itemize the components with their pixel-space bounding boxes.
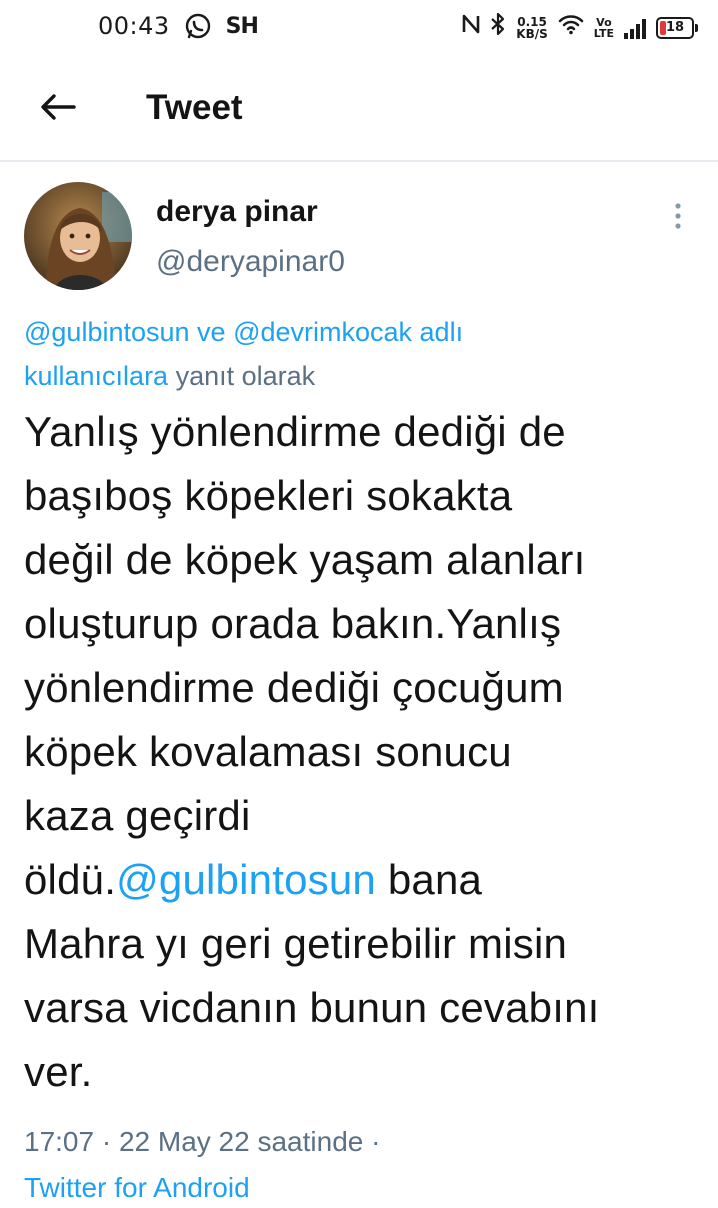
reply-mention-gulbintosun[interactable]: @gulbintosun bbox=[24, 317, 190, 347]
tweet-text: Yanlış yönlendirme dediği de başıboş köp… bbox=[24, 400, 704, 1104]
signal-icon bbox=[624, 17, 646, 39]
tweet-text-line: kaza geçirdi bbox=[24, 792, 251, 839]
tweet-text-line: köpek kovalaması sonucu bbox=[24, 728, 512, 775]
reply-connector: ve bbox=[189, 317, 234, 347]
more-options-button[interactable] bbox=[664, 198, 692, 238]
status-right: 0.15 KB/S Vo LTE 18 bbox=[462, 12, 698, 44]
tweet-text-line: varsa vicdanın bunun cevabını bbox=[24, 984, 600, 1031]
back-button[interactable] bbox=[30, 84, 86, 134]
battery-percentage: 18 bbox=[665, 20, 685, 35]
sh-notification-label: SH bbox=[225, 13, 259, 39]
author-name[interactable]: derya pinar bbox=[156, 194, 318, 230]
reply-mention-suffix[interactable]: adlı bbox=[412, 317, 464, 347]
tweet-text-line: ver. bbox=[24, 1048, 93, 1095]
reply-context: @gulbintosun ve @devrimkocak adlı kullanı… bbox=[24, 310, 684, 398]
battery-icon: 18 bbox=[656, 17, 698, 39]
more-vertical-icon bbox=[674, 202, 682, 235]
tweet-text-line: oluşturup orada bakın.Yanlış bbox=[24, 600, 562, 647]
tweet-timestamp[interactable]: 17:07 · 22 May 22 saatinde · bbox=[24, 1122, 380, 1162]
tweet-text-mention-prefix: öldü. bbox=[24, 856, 117, 903]
whatsapp-icon bbox=[184, 12, 212, 40]
tweet-source-link[interactable]: Twitter for Android bbox=[24, 1168, 250, 1208]
volte-bottom: LTE bbox=[593, 27, 614, 40]
tweet-text-line: Yanlış yönlendirme dediği de bbox=[24, 408, 566, 455]
tweet-text-line: değil de köpek yaşam alanları bbox=[24, 536, 586, 583]
reply-mention-devrimkocak[interactable]: @devrimkocak bbox=[233, 317, 412, 347]
page-title: Tweet bbox=[146, 88, 243, 127]
avatar[interactable] bbox=[24, 182, 132, 290]
network-speed: 0.15 KB/S bbox=[516, 16, 547, 40]
status-left: 00:43 SH bbox=[98, 12, 259, 40]
nfc-icon bbox=[462, 12, 480, 44]
tweet-text-line: Mahra yı geri getirebilir misin bbox=[24, 920, 568, 967]
author-handle[interactable]: @deryapinar0 bbox=[156, 244, 345, 280]
tweet-text-line: başıboş köpekleri sokakta bbox=[24, 472, 513, 519]
network-speed-unit: KB/S bbox=[516, 27, 548, 41]
reply-suffix: yanıt olarak bbox=[168, 361, 316, 391]
tweet-text-line-mention: öldü.@gulbintosun bana bbox=[24, 848, 704, 912]
volte-indicator: Vo LTE bbox=[594, 17, 614, 39]
reply-users-link[interactable]: kullanıcılara bbox=[24, 361, 168, 391]
tweet-mention-gulbintosun[interactable]: @gulbintosun bbox=[116, 856, 376, 903]
tweet-text-line: yönlendirme dediği çocuğum bbox=[24, 664, 564, 711]
back-arrow-icon bbox=[38, 91, 78, 128]
status-bar: 00:43 SH 0.15 KB/S Vo LTE 18 bbox=[0, 0, 718, 58]
wifi-icon bbox=[558, 13, 584, 43]
app-header: Tweet bbox=[0, 58, 718, 162]
status-time: 00:43 bbox=[98, 12, 170, 40]
bluetooth-icon bbox=[490, 12, 506, 44]
tweet-text-mention-suffix: bana bbox=[375, 856, 483, 903]
